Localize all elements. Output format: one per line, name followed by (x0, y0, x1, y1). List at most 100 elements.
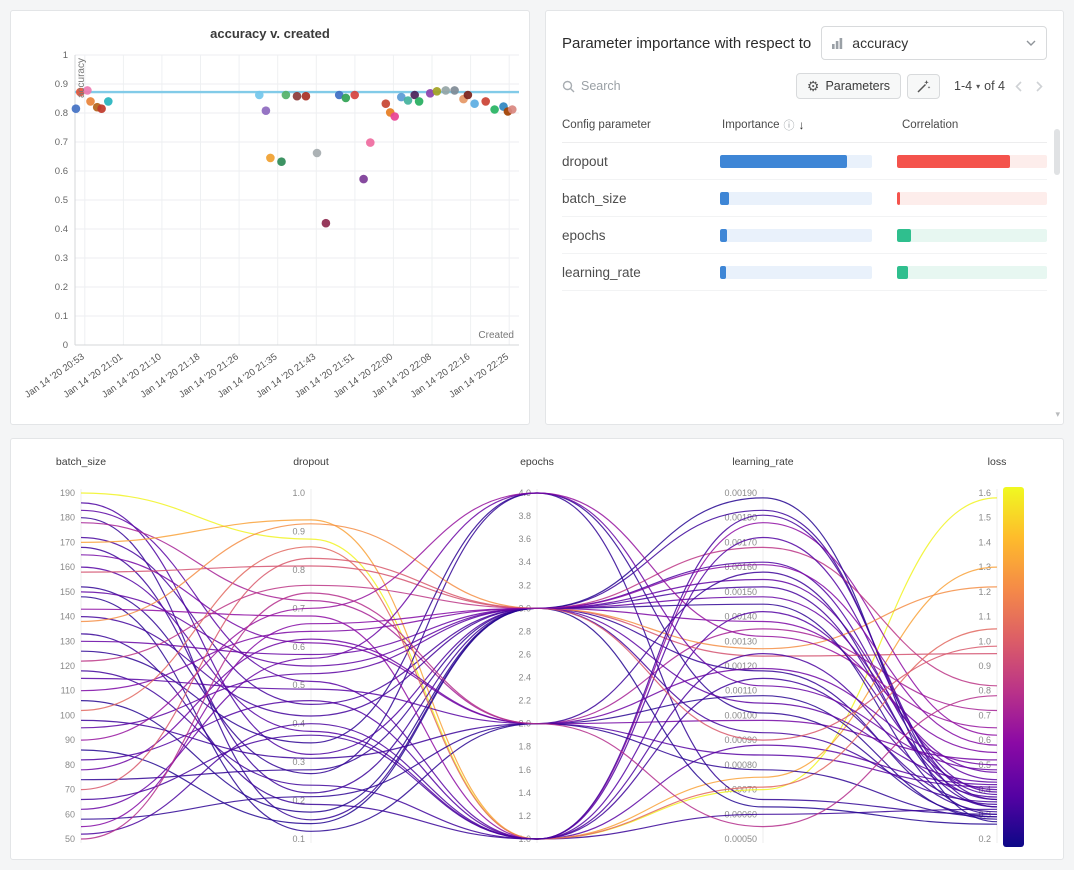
search-box[interactable] (562, 79, 790, 93)
scatter-point[interactable] (97, 104, 106, 113)
run-line[interactable] (81, 493, 997, 740)
run-line[interactable] (81, 565, 997, 827)
chevron-left-icon (1015, 81, 1022, 92)
scatter-point[interactable] (255, 91, 264, 100)
parameter-importance-panel: Parameter importance with respect to acc… (545, 10, 1064, 425)
sort-descending-icon[interactable]: ↓ (799, 118, 805, 132)
run-line[interactable] (81, 634, 997, 839)
run-line[interactable] (81, 538, 997, 800)
axis-tick-label: 0.2 (978, 834, 991, 844)
y-tick-label: 0.2 (55, 282, 68, 293)
next-page-button[interactable] (1032, 81, 1047, 92)
page-range[interactable]: 1-4 (954, 79, 972, 93)
parameter-name: dropout (562, 154, 720, 169)
run-line[interactable] (81, 547, 997, 839)
loss-colorbar (1003, 487, 1024, 847)
importance-toolbar: ⚙ Parameters 1-4 ▾ of 4 (546, 69, 1063, 109)
axis-tick-label: 0.8 (978, 686, 991, 696)
x-axis-label: Created (478, 330, 514, 341)
search-input[interactable] (581, 79, 711, 93)
parameters-button-label: Parameters (825, 79, 890, 93)
run-line[interactable] (81, 671, 997, 839)
scatter-point[interactable] (302, 92, 311, 101)
axis-tick-label: 80 (65, 760, 75, 770)
scrollbar-down-arrow-icon[interactable]: ▾ (1055, 409, 1060, 420)
axis-tick-label: 3.4 (518, 557, 531, 567)
y-tick-label: 0.5 (55, 195, 68, 206)
page-size-caret-icon[interactable]: ▾ (976, 82, 980, 91)
axis-title: dropout (293, 456, 329, 468)
parameter-name: batch_size (562, 191, 720, 206)
info-icon[interactable]: ⓘ (784, 117, 795, 133)
scatter-point[interactable] (490, 105, 499, 114)
scatter-point[interactable] (72, 104, 81, 113)
scatter-point[interactable] (293, 92, 302, 101)
scatter-point[interactable] (366, 138, 375, 147)
bar-chart-icon (832, 37, 845, 49)
importance-bar (720, 266, 872, 279)
scatter-point[interactable] (104, 97, 113, 106)
scatter-point[interactable] (382, 99, 391, 108)
run-line[interactable] (81, 515, 997, 839)
scatter-point[interactable] (450, 86, 459, 95)
axis-tick-label: 0.00150 (724, 587, 757, 597)
scatter-point[interactable] (282, 91, 291, 100)
prev-page-button[interactable] (1011, 81, 1026, 92)
scrollbar-thumb[interactable] (1054, 129, 1060, 175)
importance-rows: dropout batch_sizeepochs learning_rate (562, 143, 1047, 291)
axis-tick-label: 50 (65, 834, 75, 844)
axis-tick-label: 2.8 (518, 626, 531, 636)
gear-icon: ⚙ (807, 79, 820, 93)
scatter-point[interactable] (86, 97, 95, 106)
accuracy-chart-svg[interactable]: 10.90.80.70.60.50.40.30.20.10Jan 14 '20 … (19, 45, 527, 417)
axis-tick-label: 1.6 (518, 765, 531, 775)
importance-bar (720, 155, 872, 168)
magic-wand-button[interactable] (907, 74, 940, 99)
run-line[interactable] (81, 518, 997, 820)
scatter-point[interactable] (508, 105, 517, 114)
parameter-name: learning_rate (562, 265, 720, 280)
run-line[interactable] (81, 524, 997, 649)
scatter-point[interactable] (441, 86, 450, 95)
run-line[interactable] (81, 593, 997, 839)
scatter-point[interactable] (266, 154, 275, 163)
axis-tick-label: 90 (65, 735, 75, 745)
scatter-point[interactable] (470, 99, 479, 108)
axis-tick-label: 3.2 (518, 580, 531, 590)
dashboard: accuracy v. created 10.90.80.70.60.50.40… (0, 0, 1074, 870)
scatter-point[interactable] (433, 87, 442, 96)
axis-tick-label: 160 (60, 562, 75, 572)
scatter-point[interactable] (350, 91, 359, 100)
parallel-coordinates-panel: batch_size190180170160150140130120110100… (10, 438, 1064, 860)
scatter-point[interactable] (262, 106, 271, 115)
column-importance[interactable]: Importance ⓘ ↓ (722, 117, 892, 133)
parallel-coordinates-svg[interactable]: batch_size190180170160150140130120110100… (11, 441, 1061, 859)
scatter-point[interactable] (359, 175, 368, 184)
parameter-row: epochs (562, 217, 1047, 254)
correlation-bar (897, 192, 1047, 205)
importance-table-header: Config parameter Importance ⓘ ↓ Correlat… (562, 109, 1047, 143)
axis-tick-label: 190 (60, 488, 75, 498)
scatter-point[interactable] (313, 149, 322, 158)
scatter-point[interactable] (415, 97, 424, 106)
parameter-row: learning_rate (562, 254, 1047, 291)
axis-tick-label: 1.0 (292, 488, 305, 498)
parameters-button[interactable]: ⚙ Parameters (796, 73, 901, 99)
scatter-point[interactable] (390, 112, 399, 121)
scatter-point[interactable] (404, 96, 413, 105)
scrollbar[interactable] (1053, 129, 1061, 399)
axis-tick-label: 0.00050 (724, 834, 757, 844)
axis-tick-label: 2.6 (518, 650, 531, 660)
metric-select[interactable]: accuracy (821, 26, 1047, 60)
y-tick-label: 1 (63, 50, 68, 61)
scatter-point[interactable] (277, 157, 286, 166)
y-tick-label: 0.7 (55, 137, 68, 148)
scatter-point[interactable] (464, 91, 473, 100)
y-tick-label: 0.1 (55, 311, 68, 322)
scatter-point[interactable] (342, 94, 351, 103)
axis-tick-label: 120 (60, 661, 75, 671)
scatter-point[interactable] (322, 219, 331, 228)
axis-title: loss (988, 456, 1007, 468)
scatter-point[interactable] (481, 97, 490, 106)
axis-title: batch_size (56, 456, 106, 468)
